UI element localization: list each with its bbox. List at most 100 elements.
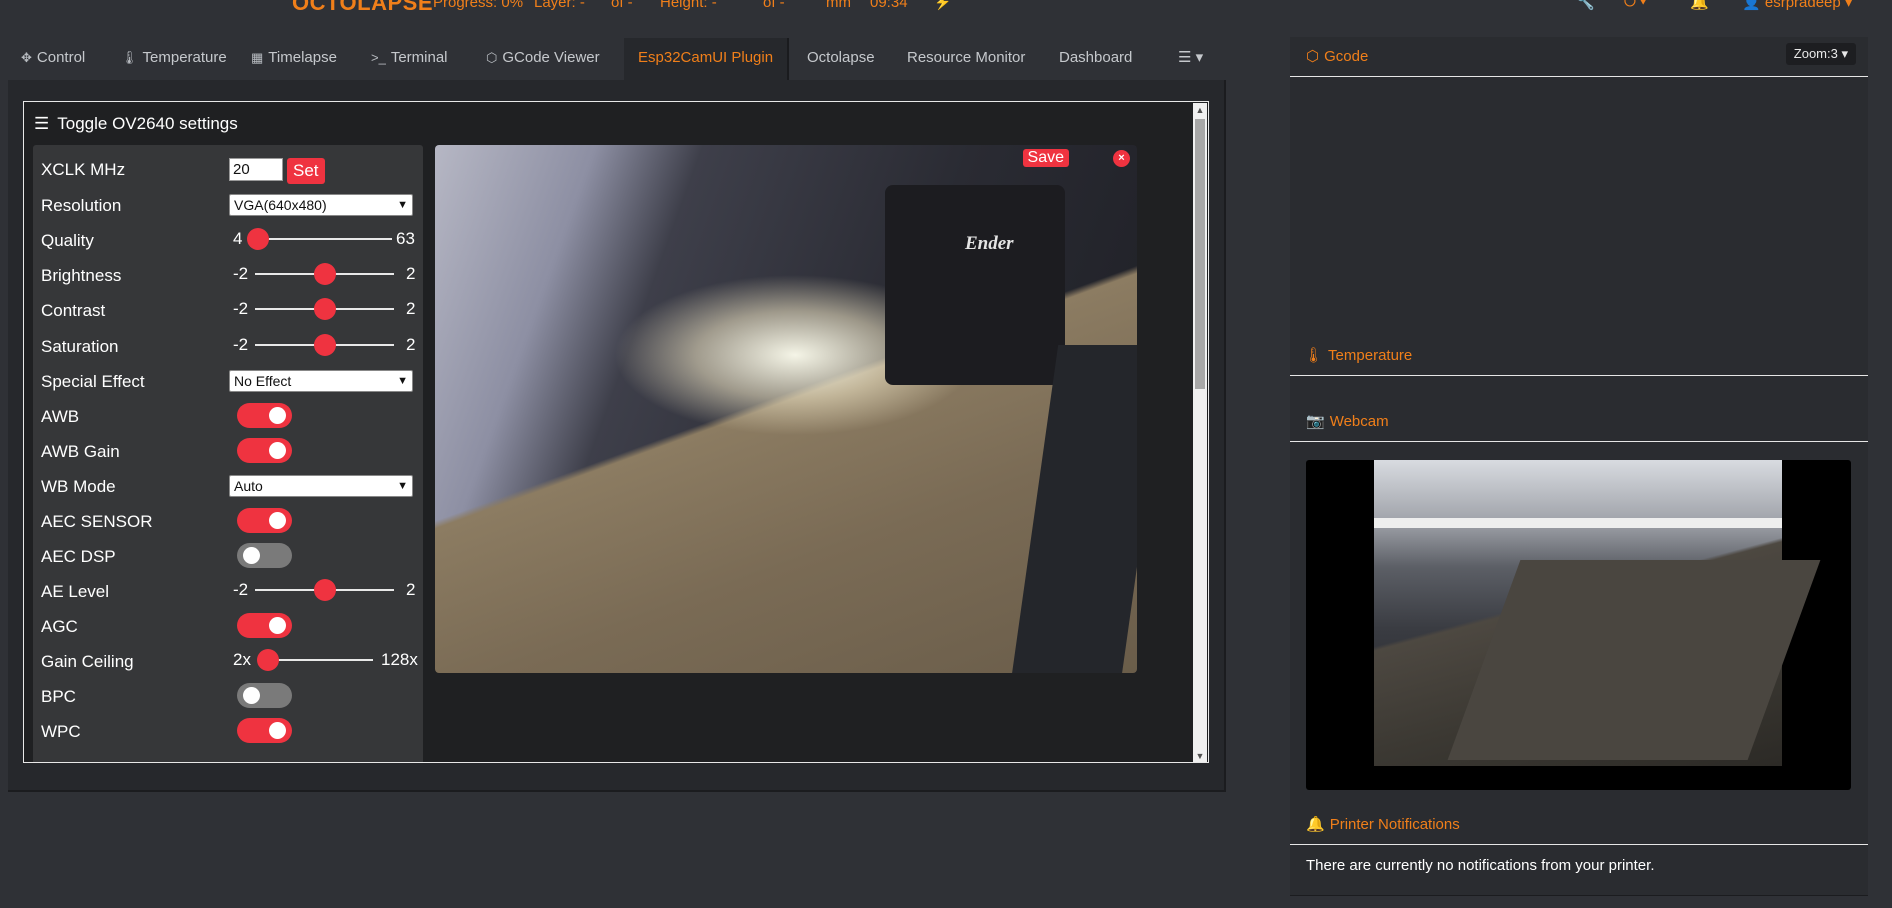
- tab-esp32camui-plugin[interactable]: Esp32CamUI Plugin: [624, 38, 790, 80]
- height-text: Height: -: [660, 0, 717, 11]
- bpc-row: BPC: [33, 682, 423, 712]
- agc-label: AGC: [41, 617, 78, 636]
- quality-slider[interactable]: 4 63: [233, 226, 418, 252]
- tabs-overflow-menu[interactable]: ☰ ▾: [1178, 38, 1203, 80]
- height-unit-text: mm: [826, 0, 851, 11]
- tab-terminal[interactable]: >_ Terminal: [371, 38, 448, 80]
- xclk-row: XCLK MHz Set: [33, 155, 423, 185]
- ae-level-row: AE Level -2 2: [33, 577, 423, 607]
- plugin-panel: ☰Toggle OV2640 settings XCLK MHz Set Res…: [8, 80, 1226, 792]
- bell-icon: 🔔: [1306, 816, 1325, 833]
- quality-slider-thumb[interactable]: [247, 228, 269, 250]
- awb-toggle[interactable]: [237, 403, 292, 428]
- webcam-section-header[interactable]: 📷 Webcam: [1290, 402, 1868, 442]
- resolution-row: Resolution VGA(640x480) ▼: [33, 191, 423, 221]
- contrast-label: Contrast: [41, 301, 106, 320]
- tab-resource-monitor[interactable]: Resource Monitor: [907, 38, 1025, 80]
- close-icon[interactable]: ×: [1113, 150, 1130, 167]
- quality-row: Quality 4 63: [33, 226, 423, 256]
- iframe-scrollbar[interactable]: ▲ ▼: [1193, 103, 1207, 762]
- saturation-slider[interactable]: -2 2: [233, 332, 418, 358]
- aec-dsp-label: AEC DSP: [41, 547, 116, 566]
- scroll-down-icon[interactable]: ▼: [1193, 749, 1207, 762]
- tab-temperature[interactable]: 🌡 Temperature: [121, 38, 227, 80]
- arrows-icon: ✥: [21, 50, 32, 65]
- sidebar: ⬡ Gcode Zoom:3 ▾ 🌡 Temperature 📷 Webcam 🔔 Pr…: [1290, 37, 1868, 896]
- thermometer-icon: 🌡: [1304, 347, 1324, 364]
- aec-sensor-row: AEC SENSOR: [33, 507, 423, 537]
- ae-level-slider-thumb[interactable]: [314, 579, 336, 601]
- tab-octolapse[interactable]: Octolapse: [807, 38, 875, 80]
- gain-ceiling-row: Gain Ceiling 2x 128x: [33, 647, 423, 677]
- camera-icon: 📷: [1306, 413, 1325, 430]
- power-menu-icon[interactable]: ⏻ ▾: [1624, 0, 1646, 10]
- awb-gain-row: AWB Gain: [33, 437, 423, 467]
- contrast-row: Contrast -2 2: [33, 296, 423, 326]
- brightness-slider-thumb[interactable]: [314, 263, 336, 285]
- thermometer-icon: 🌡: [121, 50, 138, 65]
- awb-gain-toggle[interactable]: [237, 438, 292, 463]
- special-effect-row: Special Effect No Effect ▼: [33, 367, 423, 397]
- gain-ceiling-slider-thumb[interactable]: [257, 649, 279, 671]
- webcam-image: [1374, 460, 1821, 766]
- awb-label: AWB: [41, 407, 80, 426]
- tab-dashboard[interactable]: Dashboard: [1059, 38, 1132, 80]
- wrench-icon[interactable]: 🔧: [1576, 0, 1595, 11]
- aec-sensor-label: AEC SENSOR: [41, 512, 153, 531]
- wb-mode-row: WB Mode Auto ▼: [33, 472, 423, 502]
- xclk-set-button[interactable]: Set: [287, 158, 325, 184]
- resolution-select[interactable]: VGA(640x480) ▼: [229, 194, 413, 216]
- contrast-slider-thumb[interactable]: [314, 298, 336, 320]
- bell-icon[interactable]: 🔔: [1690, 0, 1709, 11]
- contrast-slider[interactable]: -2 2: [233, 296, 418, 322]
- saturation-slider-thumb[interactable]: [314, 334, 336, 356]
- tab-gcode-viewer[interactable]: ⬡ GCode Viewer: [486, 38, 600, 80]
- special-effect-select[interactable]: No Effect ▼: [229, 370, 413, 392]
- zoom-dropdown[interactable]: Zoom:3 ▾: [1785, 43, 1856, 65]
- tab-timelapse[interactable]: ▦ Timelapse: [251, 38, 337, 80]
- wpc-label: WPC: [41, 722, 81, 741]
- chevron-down-icon: ▼: [397, 375, 408, 387]
- notifications-section-header[interactable]: 🔔 Printer Notifications: [1290, 805, 1868, 845]
- awb-gain-label: AWB Gain: [41, 442, 120, 461]
- temperature-section-header[interactable]: 🌡 Temperature: [1290, 336, 1868, 376]
- top-navbar: OCTOLAPSE Progress: 0% Layer: - of - Hei…: [0, 0, 1892, 14]
- brand-logo[interactable]: OCTOLAPSE: [292, 0, 433, 14]
- agc-toggle[interactable]: [237, 613, 292, 638]
- film-icon: ▦: [251, 50, 264, 65]
- frame-rail-shape: [1011, 345, 1137, 673]
- aec-dsp-toggle[interactable]: [237, 543, 292, 568]
- wb-mode-select[interactable]: Auto ▼: [229, 475, 413, 497]
- progress-text: Progress: 0%: [433, 0, 524, 11]
- save-button[interactable]: Save: [1022, 149, 1069, 167]
- bpc-toggle[interactable]: [237, 683, 292, 708]
- wpc-toggle[interactable]: [237, 718, 292, 743]
- wb-mode-label: WB Mode: [41, 477, 116, 496]
- quality-label: Quality: [41, 231, 94, 250]
- user-name: esrpradeep: [1764, 0, 1841, 11]
- scrollbar-thumb[interactable]: [1195, 119, 1205, 389]
- time-text: 09:34: [870, 0, 908, 11]
- chevron-down-icon: ▼: [397, 480, 408, 492]
- aec-dsp-row: AEC DSP: [33, 542, 423, 572]
- gain-ceiling-slider[interactable]: 2x 128x: [233, 647, 418, 673]
- scroll-up-icon[interactable]: ▲: [1193, 103, 1207, 117]
- toggle-settings-button[interactable]: ☰ Toggle OV2640 settings: [34, 114, 238, 134]
- aec-sensor-toggle[interactable]: [237, 508, 292, 533]
- wpc-row: WPC: [33, 717, 423, 747]
- brightness-slider[interactable]: -2 2: [233, 261, 418, 287]
- xclk-input[interactable]: [229, 158, 283, 181]
- cube-icon: ⬡: [486, 50, 498, 65]
- gcode-section-header[interactable]: ⬡ Gcode Zoom:3 ▾: [1290, 37, 1868, 77]
- tab-control[interactable]: ✥ Control: [21, 38, 85, 80]
- ae-level-slider[interactable]: -2 2: [233, 577, 418, 603]
- sensor-settings-panel: XCLK MHz Set Resolution VGA(640x480)▼ Qu…: [33, 145, 423, 762]
- user-menu[interactable]: 👤 esrpradeep ▾: [1742, 0, 1852, 11]
- resolution-label: Resolution: [41, 196, 122, 215]
- list-icon: ☰ ▾: [1178, 49, 1204, 66]
- plugin-iframe: ☰Toggle OV2640 settings XCLK MHz Set Res…: [23, 101, 1209, 763]
- ender-label: Ender: [965, 233, 1014, 254]
- brightness-label: Brightness: [41, 266, 122, 285]
- gain-ceiling-label: Gain Ceiling: [41, 652, 134, 671]
- power-bolt-icon: ⚡: [934, 0, 952, 10]
